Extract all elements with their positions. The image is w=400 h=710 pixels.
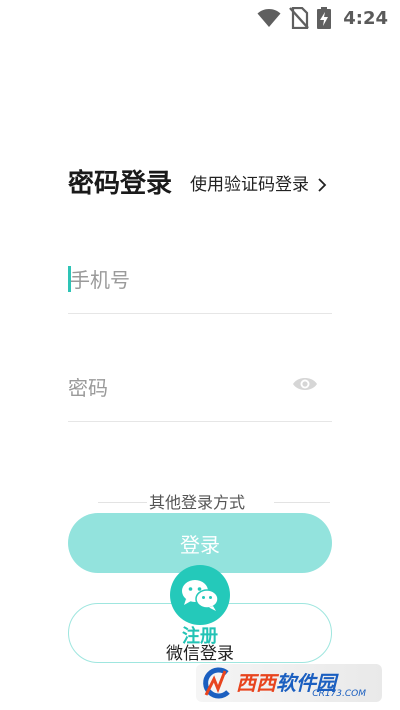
other-login-label: 其他登录方式 [147,492,248,514]
no-sim-icon [289,7,310,29]
divider-line-right [274,502,330,503]
status-icons: 4:24 [257,6,388,30]
status-bar: 4:24 [0,0,400,36]
eye-icon[interactable] [292,374,318,394]
phone-field-container [68,256,332,314]
wifi-icon [257,9,281,27]
page-title: 密码登录 [68,169,173,199]
watermark: 西西软件园 CR173.COM [196,664,382,702]
other-login-divider: 其他登录方式 [68,490,332,514]
switch-link-label: 使用验证码登录 [190,175,309,195]
switch-to-sms-login-link[interactable]: 使用验证码登录 [190,173,329,197]
chevron-right-icon [318,178,327,192]
password-field-container [68,364,332,422]
watermark-text-red: 西西 [236,671,276,695]
login-button[interactable]: 登录 [68,513,332,573]
phone-input[interactable] [70,260,290,300]
watermark-logo-icon [203,667,230,699]
wechat-login-label: 微信登录 [166,644,234,664]
wechat-login-button[interactable] [170,565,230,625]
status-time: 4:24 [343,7,388,29]
password-input[interactable] [68,368,288,408]
title-row: 密码登录 使用验证码登录 [68,166,340,202]
watermark-url: CR173.COM [312,689,366,699]
wechat-icon [182,580,219,611]
battery-charging-icon [317,7,332,29]
